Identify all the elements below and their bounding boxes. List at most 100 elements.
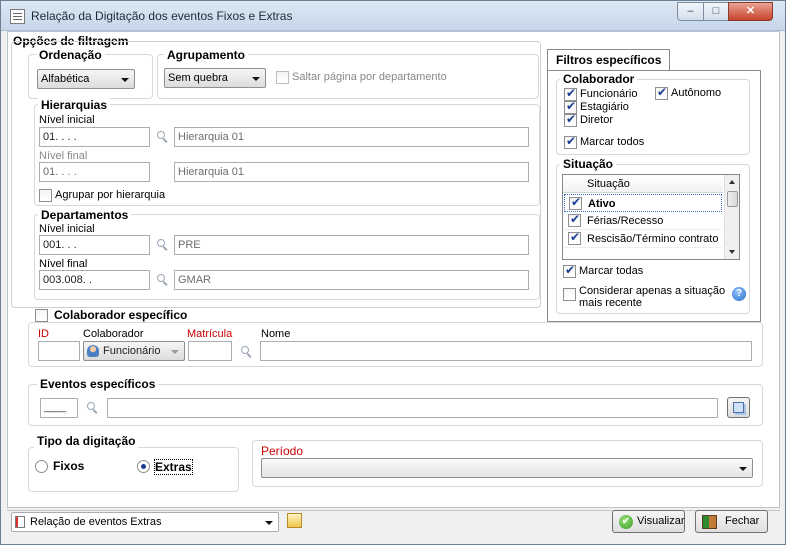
report-select[interactable]: Relação de eventos Extras bbox=[11, 512, 279, 532]
collaborator-type-value: Funcionário bbox=[103, 345, 161, 357]
situation-grid-header: Situação bbox=[563, 175, 723, 193]
grouping-label: Agrupamento bbox=[164, 48, 248, 62]
client-area: Opções de filtragem Ordenação Alfabética… bbox=[7, 31, 780, 508]
report-value: Relação de eventos Extras bbox=[30, 516, 162, 528]
grouping-select[interactable]: Sem quebra bbox=[164, 68, 266, 88]
search-icon[interactable] bbox=[157, 274, 169, 286]
department-start-name: PRE bbox=[174, 235, 529, 255]
search-icon[interactable] bbox=[157, 239, 169, 251]
mark-all-situations-label: Marcar todas bbox=[579, 265, 644, 277]
search-icon[interactable] bbox=[157, 131, 169, 143]
situation-scrollbar[interactable] bbox=[724, 175, 739, 259]
situation-row-label: Rescisão/Término contrato bbox=[587, 233, 719, 245]
director-checkbox[interactable] bbox=[564, 112, 577, 127]
hierarchy-label: Hierarquias bbox=[38, 98, 111, 112]
hierarchy-end-input[interactable]: 01. . . . bbox=[39, 162, 150, 182]
typing-type-label: Tipo da digitação bbox=[34, 434, 139, 448]
intern-label: Estagiário bbox=[580, 101, 629, 113]
extras-radio[interactable] bbox=[137, 460, 150, 473]
fixed-radio[interactable] bbox=[35, 460, 48, 473]
app-icon bbox=[10, 9, 25, 24]
report-window: Relação da Digitação dos eventos Fixos e… bbox=[0, 0, 786, 545]
checkmark-icon: ✔ bbox=[619, 515, 633, 529]
situation-row[interactable]: Rescisão/Término contrato bbox=[564, 230, 722, 248]
specific-collaborator-checkbox[interactable] bbox=[35, 309, 48, 322]
registration-input[interactable] bbox=[188, 341, 232, 361]
view-button[interactable]: ✔ Visualizar bbox=[612, 510, 685, 533]
situation-row-label: Ativo bbox=[588, 198, 616, 210]
department-end-label: Nível final bbox=[39, 258, 88, 270]
minimize-button[interactable]: – bbox=[677, 2, 704, 21]
department-end-input[interactable]: 003.008. . bbox=[39, 270, 150, 290]
chevron-down-icon[interactable] bbox=[729, 250, 735, 254]
ordering-select[interactable]: Alfabética bbox=[37, 69, 135, 89]
window-title: Relação da Digitação dos eventos Fixos e… bbox=[31, 9, 293, 23]
mark-all-collaborators-checkbox[interactable] bbox=[564, 134, 577, 149]
scrollbar-thumb[interactable] bbox=[727, 191, 738, 207]
situation-row-checkbox[interactable] bbox=[568, 212, 581, 227]
period-select[interactable] bbox=[261, 458, 753, 478]
name-label: Nome bbox=[261, 328, 291, 340]
chevron-down-icon bbox=[739, 467, 747, 471]
event-code-input[interactable]: ____ bbox=[40, 398, 78, 418]
chevron-up-icon[interactable] bbox=[729, 180, 735, 184]
chevron-down-icon bbox=[265, 521, 273, 525]
director-label: Diretor bbox=[580, 114, 614, 126]
most-recent-situation-checkbox[interactable] bbox=[563, 288, 576, 301]
maximize-button[interactable]: □ bbox=[703, 2, 729, 21]
close-report-button-label: Fechar bbox=[725, 515, 760, 527]
situation-row-checkbox[interactable] bbox=[569, 195, 582, 210]
tab-specific-filters[interactable]: Filtros específicos bbox=[547, 49, 671, 70]
search-icon[interactable] bbox=[87, 402, 99, 414]
help-icon[interactable]: ? bbox=[732, 287, 746, 301]
event-list-button[interactable] bbox=[727, 397, 750, 418]
group-by-hierarchy-checkbox[interactable] bbox=[39, 189, 52, 202]
id-input[interactable] bbox=[38, 341, 80, 361]
collaborator-type-select[interactable]: Funcionário bbox=[83, 341, 185, 361]
id-label: ID bbox=[38, 328, 49, 340]
ordering-label: Ordenação bbox=[36, 48, 105, 62]
extras-label: Extras bbox=[154, 459, 193, 475]
close-report-button[interactable]: Fechar bbox=[695, 510, 768, 533]
situation-row[interactable]: Férias/Recesso bbox=[564, 212, 722, 230]
employee-label: Funcionário bbox=[580, 88, 638, 100]
chevron-down-icon bbox=[171, 350, 179, 354]
department-end-name: GMAR bbox=[174, 270, 529, 290]
department-start-input[interactable]: 001. . . bbox=[39, 235, 150, 255]
view-button-label: Visualizar bbox=[637, 515, 685, 527]
chevron-down-icon bbox=[252, 77, 260, 81]
collaborator-type-label: Colaborador bbox=[560, 72, 638, 86]
name-input[interactable] bbox=[260, 341, 752, 361]
specific-collaborator-label: Colaborador específico bbox=[51, 308, 191, 322]
event-name-input[interactable] bbox=[107, 398, 718, 418]
freelancer-checkbox[interactable] bbox=[655, 85, 668, 100]
situation-grid: Situação Ativo Férias/Recesso Rescisão/T… bbox=[562, 174, 740, 260]
situation-row[interactable]: Ativo bbox=[564, 194, 722, 212]
specific-events-label: Eventos específicos bbox=[37, 377, 159, 391]
person-icon bbox=[87, 345, 99, 358]
title-bar: Relação da Digitação dos eventos Fixos e… bbox=[1, 1, 785, 31]
chevron-down-icon bbox=[121, 78, 129, 82]
skip-page-checkbox[interactable] bbox=[276, 71, 289, 84]
search-icon[interactable] bbox=[241, 346, 253, 358]
edit-report-icon[interactable] bbox=[287, 513, 302, 528]
situation-row-checkbox[interactable] bbox=[568, 230, 581, 245]
close-button[interactable]: ✕ bbox=[728, 2, 773, 21]
mark-all-collaborators-label: Marcar todos bbox=[580, 136, 645, 148]
grouping-value: Sem quebra bbox=[168, 72, 228, 84]
period-label: Período bbox=[261, 444, 304, 458]
situation-grid-header-label: Situação bbox=[587, 178, 630, 190]
ordering-value: Alfabética bbox=[41, 73, 90, 85]
hierarchy-start-input[interactable]: 01. . . . bbox=[39, 127, 150, 147]
mark-all-situations-checkbox[interactable] bbox=[563, 263, 576, 278]
most-recent-situation-label: Considerar apenas a situação mais recent… bbox=[579, 285, 726, 309]
registration-label: Matrícula bbox=[187, 328, 233, 340]
departments-label: Departamentos bbox=[38, 208, 132, 222]
report-icon bbox=[15, 516, 25, 529]
skip-page-label: Saltar página por departamento bbox=[292, 71, 447, 83]
exit-door-icon bbox=[702, 515, 717, 529]
hierarchy-start-label: Nível inicial bbox=[39, 114, 95, 126]
hierarchy-start-name: Hierarquia 01 bbox=[174, 127, 529, 147]
hierarchy-end-label: Nível final bbox=[39, 150, 88, 162]
fixed-label: Fixos bbox=[53, 459, 85, 473]
